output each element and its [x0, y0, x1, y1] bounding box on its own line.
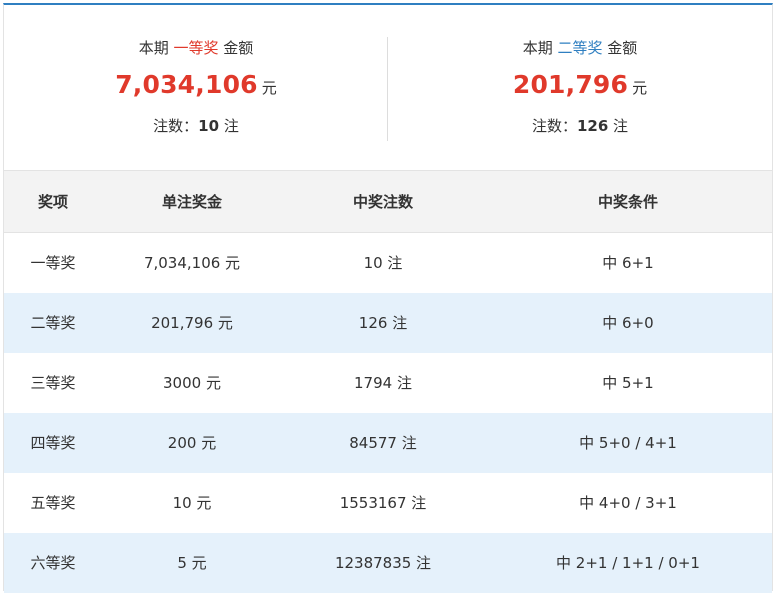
- second-prize-amount: 201,796 元: [388, 68, 772, 102]
- amount-value: 201,796: [512, 70, 629, 99]
- table-row: 五等奖 10 元 1553167 注 中 4+0 / 3+1: [4, 473, 772, 533]
- count-label: 注数：: [531, 117, 577, 135]
- cell-win-condition: 中 2+1 / 1+1 / 0+1: [556, 554, 700, 572]
- table-header-row: 奖项 单注奖金 中奖注数 中奖条件: [4, 170, 772, 233]
- cell-prize-level: 五等奖: [30, 494, 76, 512]
- table-row: 六等奖 5 元 12387835 注 中 2+1 / 1+1 / 0+1: [4, 532, 772, 593]
- second-prize-count: 注数：126 注: [388, 116, 772, 136]
- title-prefix: 本期: [522, 39, 553, 57]
- header-win-condition: 中奖条件: [597, 193, 658, 211]
- second-prize-summary: 本期 二等奖 金额 201,796 元 注数：126 注: [388, 5, 772, 171]
- count-label: 注数：: [153, 117, 199, 135]
- cell-single-prize: 5 元: [177, 554, 207, 572]
- cell-win-condition: 中 4+0 / 3+1: [579, 494, 677, 512]
- prize-name: 二等奖: [557, 39, 603, 57]
- table-row: 一等奖 7,034,106 元 10 注 中 6+1: [4, 233, 772, 293]
- amount-unit: 元: [261, 79, 277, 97]
- count-unit: 注: [223, 117, 239, 135]
- prize-name: 一等奖: [173, 39, 219, 57]
- title-suffix: 金额: [223, 39, 254, 57]
- second-prize-title: 本期 二等奖 金额: [388, 38, 772, 58]
- first-prize-count: 注数：10 注: [4, 116, 388, 136]
- cell-single-prize: 7,034,106 元: [143, 254, 241, 273]
- cell-win-count: 1553167 注: [339, 494, 427, 512]
- header-single-prize: 单注奖金: [161, 193, 222, 211]
- header-win-count: 中奖注数: [352, 193, 413, 211]
- first-prize-amount: 7,034,106 元: [4, 68, 388, 102]
- cell-win-condition: 中 5+0 / 4+1: [579, 434, 677, 452]
- amount-unit: 元: [632, 79, 648, 97]
- cell-win-count: 84577 注: [349, 434, 417, 452]
- cell-win-condition: 中 6+0: [602, 314, 654, 332]
- cell-prize-level: 二等奖: [30, 314, 76, 332]
- cell-prize-level: 四等奖: [30, 434, 76, 452]
- cell-win-count: 10 注: [363, 254, 403, 273]
- cell-single-prize: 200 元: [167, 434, 217, 452]
- cell-win-count: 126 注: [358, 314, 408, 332]
- title-suffix: 金额: [607, 39, 638, 57]
- summary-divider: [387, 37, 388, 141]
- cell-single-prize: 10 元: [172, 494, 212, 512]
- title-prefix: 本期: [138, 39, 169, 57]
- table-row: 二等奖 201,796 元 126 注 中 6+0: [4, 292, 772, 353]
- cell-win-count: 12387835 注: [334, 554, 432, 572]
- count-value: 10: [198, 117, 220, 135]
- prize-table: 奖项 单注奖金 中奖注数 中奖条件 一等奖 7,034,106 元 10 注 中…: [4, 170, 772, 593]
- table-row: 四等奖 200 元 84577 注 中 5+0 / 4+1: [4, 412, 772, 473]
- cell-win-condition: 中 5+1: [602, 374, 654, 392]
- first-prize-title: 本期 一等奖 金额: [4, 38, 388, 58]
- table-row: 三等奖 3000 元 1794 注 中 5+1: [4, 353, 772, 413]
- prize-panel: 本期 一等奖 金额 7,034,106 元 注数：10 注 本期 二等奖 金额 2…: [3, 3, 773, 593]
- cell-single-prize: 201,796 元: [151, 314, 233, 332]
- first-prize-summary: 本期 一等奖 金额 7,034,106 元 注数：10 注: [4, 5, 388, 171]
- count-value: 126: [576, 117, 609, 135]
- cell-prize-level: 一等奖: [30, 254, 76, 273]
- cell-win-condition: 中 6+1: [602, 254, 654, 273]
- header-prize-level: 奖项: [37, 193, 68, 211]
- count-unit: 注: [613, 117, 629, 135]
- amount-value: 7,034,106: [115, 70, 258, 99]
- cell-single-prize: 3000 元: [163, 374, 221, 392]
- prize-summary: 本期 一等奖 金额 7,034,106 元 注数：10 注 本期 二等奖 金额 2…: [4, 5, 772, 171]
- cell-prize-level: 三等奖: [30, 374, 76, 392]
- cell-win-count: 1794 注: [354, 374, 412, 392]
- cell-prize-level: 六等奖: [30, 554, 76, 572]
